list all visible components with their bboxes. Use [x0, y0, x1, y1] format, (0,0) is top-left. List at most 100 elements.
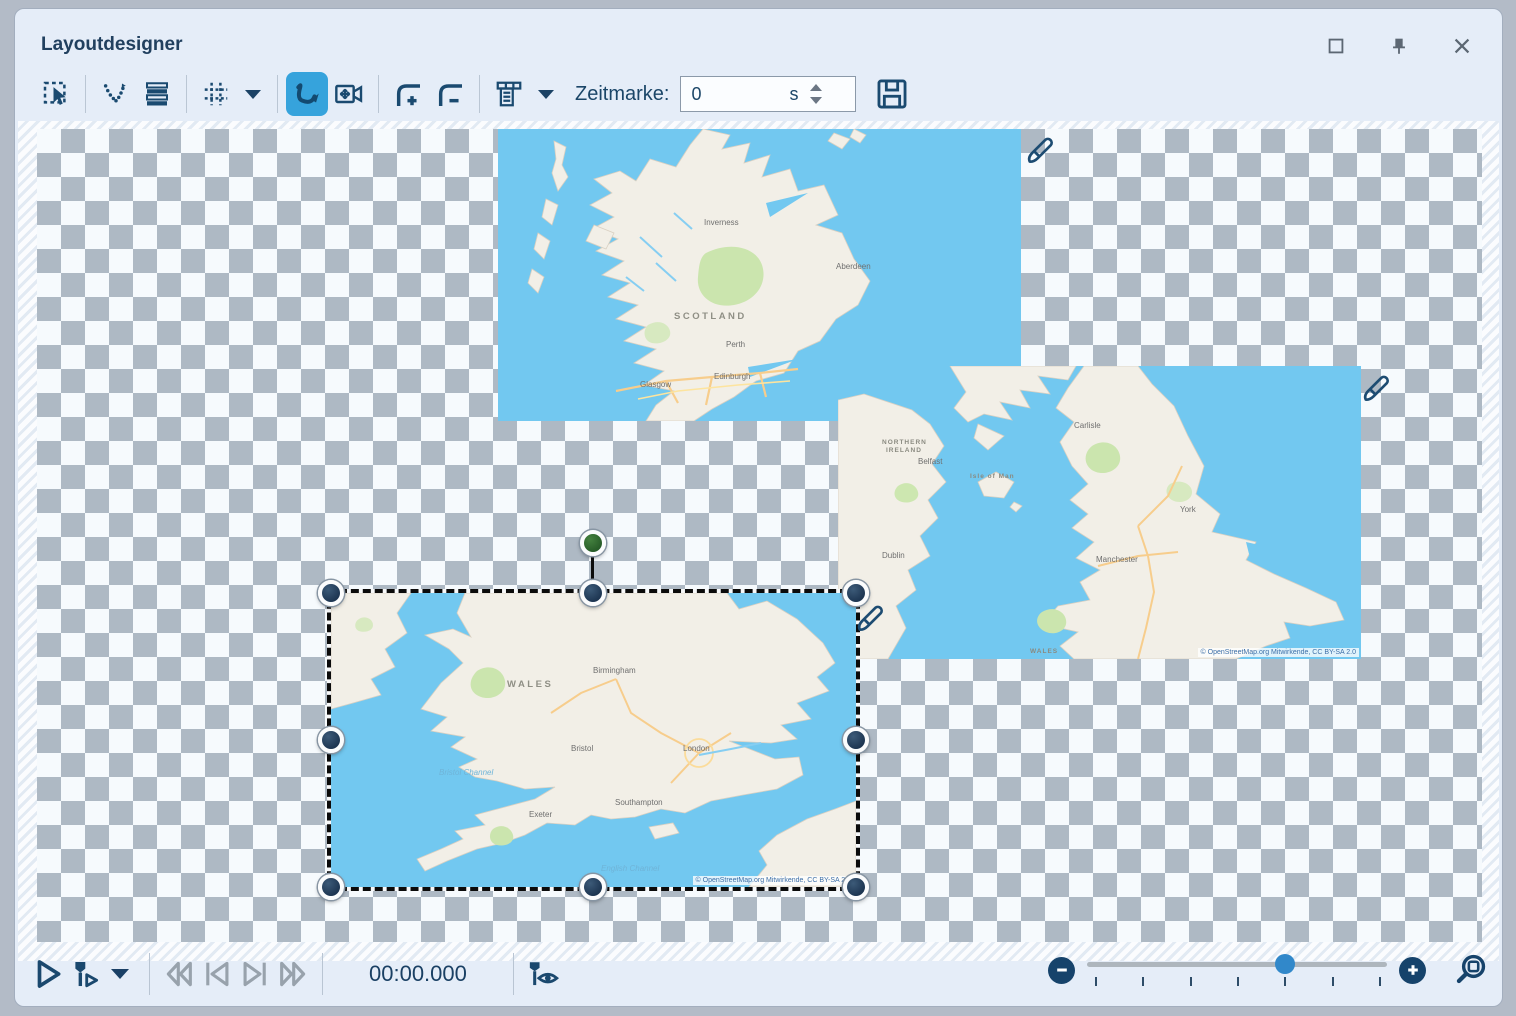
- curve-tool-button[interactable]: [286, 72, 328, 116]
- zoom-fit-icon: [1453, 953, 1487, 987]
- camera-pan-icon: [333, 78, 365, 110]
- remove-curve-point-icon: [434, 78, 466, 110]
- footer-separator: [149, 953, 150, 995]
- close-icon: [1451, 35, 1473, 57]
- layout-canvas[interactable]: SCOTLAND Inverness Aberdeen Perth Glasgow Edi…: [18, 121, 1499, 961]
- map-label: Glasgow: [640, 380, 671, 389]
- grid-dropdown-arrow[interactable]: [245, 90, 261, 99]
- selection-handle-middle-left[interactable]: [318, 727, 344, 753]
- skip-to-end-icon: [238, 957, 272, 991]
- save-icon: [875, 77, 909, 111]
- toolbar-separator: [479, 75, 480, 113]
- play-button[interactable]: [29, 955, 67, 993]
- selection-handle-bottom-right[interactable]: [843, 874, 869, 900]
- map-label: Aberdeen: [836, 262, 871, 271]
- map-label: Belfast: [918, 457, 943, 466]
- layers-button[interactable]: [136, 72, 178, 116]
- footer-separator: [322, 953, 323, 995]
- selection-handle-middle-right[interactable]: [843, 727, 869, 753]
- map-label: NORTHERN: [882, 439, 927, 446]
- remove-curve-point-button[interactable]: [429, 72, 471, 116]
- pin-button[interactable]: [1384, 31, 1414, 61]
- map-label: Isle of Man: [970, 473, 1015, 480]
- footer-separator: [513, 953, 514, 995]
- zoom-out-button[interactable]: [1048, 957, 1075, 984]
- fast-rewind-icon: [162, 957, 196, 991]
- toolbar-separator: [186, 75, 187, 113]
- selection-handle-top-center[interactable]: [580, 580, 606, 606]
- selection-handle-bottom-left[interactable]: [318, 874, 344, 900]
- map-label: York: [1180, 505, 1197, 514]
- play-from-playhead-button[interactable]: [67, 955, 105, 993]
- transparency-checkerboard[interactable]: SCOTLAND Inverness Aberdeen Perth Glasgow Edi…: [37, 129, 1482, 942]
- fast-forward-button[interactable]: [274, 955, 312, 993]
- play-from-playhead-icon: [69, 957, 103, 991]
- play-icon: [31, 957, 65, 991]
- fast-forward-icon: [276, 957, 310, 991]
- grid-button[interactable]: [195, 72, 237, 116]
- map-object-south-england[interactable]: WALESBirminghamLondonBristolExeterSoutha…: [331, 593, 856, 887]
- zeitmarke-input[interactable]: [691, 84, 789, 105]
- maximize-button[interactable]: [1321, 31, 1351, 61]
- zoom-slider-track[interactable]: [1087, 962, 1387, 967]
- transport-bar: 00:00.000: [15, 942, 1502, 1006]
- map-label: Bristol Channel: [439, 768, 493, 777]
- zoom-slider-tick: [1237, 977, 1239, 986]
- zoom-controls: [1048, 952, 1488, 988]
- map-label: Bristol: [571, 744, 593, 753]
- select-tool-button[interactable]: [35, 72, 77, 116]
- zoom-slider-thumb[interactable]: [1275, 954, 1295, 974]
- map-label: IRELAND: [886, 447, 922, 454]
- map-label: Perth: [726, 340, 745, 349]
- map-object-north-england[interactable]: NORTHERNIRELANDBelfastDublinIsle of ManC…: [838, 366, 1361, 659]
- brush-icon: [1359, 369, 1393, 403]
- text-layout-button[interactable]: [488, 72, 530, 116]
- select-tool-icon: [41, 79, 71, 109]
- zeitmarke-unit: s: [789, 84, 798, 105]
- layers-icon: [142, 79, 172, 109]
- edit-brush-button-north-england[interactable]: [1359, 369, 1393, 403]
- minus-icon: [1054, 962, 1070, 978]
- map-label: Birmingham: [593, 666, 636, 675]
- selection-handle-bottom-center[interactable]: [580, 874, 606, 900]
- map-label: Inverness: [704, 218, 739, 227]
- rotation-handle[interactable]: [580, 530, 606, 556]
- spinner-down-arrow[interactable]: [810, 97, 822, 104]
- zoom-slider[interactable]: [1087, 953, 1387, 987]
- map-label: Edinburgh: [714, 372, 750, 381]
- spinner-up-arrow[interactable]: [810, 84, 822, 91]
- edit-brush-button-scotland[interactable]: [1023, 131, 1057, 165]
- zoom-in-button[interactable]: [1399, 957, 1426, 984]
- map-attribution: © OpenStreetMap.org Mitwirkende, CC BY-S…: [1198, 648, 1359, 657]
- zoom-fit-button[interactable]: [1452, 952, 1488, 988]
- motion-path-points-button[interactable]: [94, 72, 136, 116]
- add-curve-point-button[interactable]: [387, 72, 429, 116]
- skip-to-end-button[interactable]: [236, 955, 274, 993]
- zoom-slider-tick: [1332, 977, 1334, 986]
- map-label: Carlisle: [1074, 421, 1101, 430]
- map-label: Manchester: [1096, 555, 1138, 564]
- window-title: Layoutdesigner: [41, 34, 182, 56]
- layoutdesigner-window: Layoutdesigner: [14, 8, 1503, 1007]
- zoom-slider-tick: [1190, 977, 1192, 986]
- fast-rewind-button[interactable]: [160, 955, 198, 993]
- playhead-eye-icon: [525, 956, 561, 992]
- zoom-slider-tick: [1284, 977, 1286, 986]
- playhead-visibility-button[interactable]: [524, 955, 562, 993]
- skip-to-start-button[interactable]: [198, 955, 236, 993]
- save-button[interactable]: [872, 74, 912, 114]
- zeitmarke-field: s: [680, 76, 856, 112]
- timecode-display: 00:00.000: [369, 961, 467, 987]
- map-label: SCOTLAND: [674, 311, 747, 322]
- map-label: Southampton: [615, 798, 663, 807]
- selection-handle-top-left[interactable]: [318, 580, 344, 606]
- toolbar-separator: [378, 75, 379, 113]
- grid-icon: [201, 79, 231, 109]
- zeitmarke-label: Zeitmarke:: [575, 83, 669, 106]
- play-options-dropdown-arrow[interactable]: [111, 969, 129, 979]
- maximize-icon: [1325, 35, 1347, 57]
- close-button[interactable]: [1447, 31, 1477, 61]
- text-layout-dropdown-arrow[interactable]: [538, 90, 554, 99]
- edit-brush-button-south-england[interactable]: [853, 599, 887, 633]
- camera-pan-button[interactable]: [328, 72, 370, 116]
